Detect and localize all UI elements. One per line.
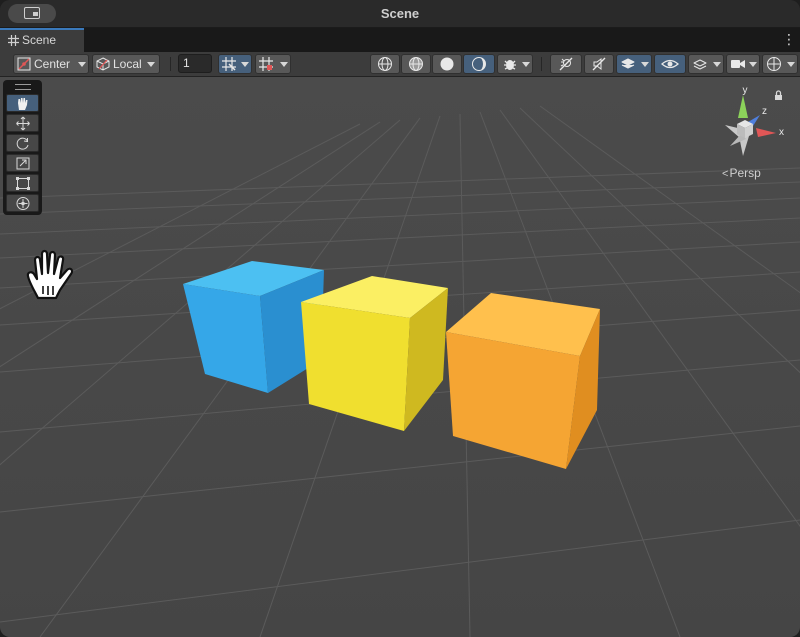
- grid-snap-icon: [222, 57, 236, 71]
- toolbar-divider: [541, 57, 542, 71]
- scene-window: Scene Scene ⋮ Center Local 1 y z x <Pers…: [0, 0, 800, 637]
- gizmos-dropdown[interactable]: [762, 54, 798, 74]
- axis-x-label: x: [779, 127, 784, 138]
- scale-tool-button[interactable]: [6, 154, 39, 172]
- increment-snap-icon: [259, 57, 273, 71]
- chevron-down-icon: [641, 62, 649, 67]
- wireframe-mode-button[interactable]: [370, 54, 400, 74]
- unlit-mode-button[interactable]: [463, 54, 495, 74]
- grid-size-field[interactable]: 1: [178, 54, 212, 73]
- chevron-down-icon: [78, 62, 86, 67]
- bug-icon: [504, 60, 516, 70]
- lighting-off-icon: [559, 57, 573, 71]
- effects-dropdown[interactable]: [616, 54, 652, 74]
- increment-snap-button[interactable]: [255, 54, 291, 74]
- lighting-toggle[interactable]: [550, 54, 582, 74]
- chevron-down-icon: [749, 62, 757, 67]
- axis-y-cone[interactable]: [738, 95, 748, 118]
- chevron-down-icon: [713, 62, 721, 67]
- grid-icon: [8, 35, 19, 46]
- transform-tool-button[interactable]: [6, 194, 39, 212]
- more-options-icon[interactable]: ⋮: [782, 32, 796, 46]
- rotate-tool-button[interactable]: [6, 134, 39, 152]
- scene-viewport[interactable]: [0, 77, 800, 637]
- gizmo-sphere-icon: [767, 57, 781, 71]
- audio-off-icon: [592, 57, 606, 71]
- layers-dropdown[interactable]: [688, 54, 724, 74]
- axis-y-label: y: [743, 85, 748, 96]
- tab-strip: Scene ⋮: [0, 28, 800, 52]
- chevron-down-icon: [280, 62, 288, 67]
- cube-icon: [96, 57, 110, 71]
- pivot-rotation-label: Local: [113, 57, 142, 71]
- move-tool-button[interactable]: [6, 114, 39, 132]
- chevron-down-icon: [522, 62, 530, 67]
- debug-draw-mode-dropdown[interactable]: [497, 54, 533, 74]
- camera-icon: [731, 60, 745, 68]
- view-tool-button[interactable]: [6, 94, 39, 112]
- drag-handle[interactable]: [15, 84, 31, 90]
- pivot-position-label: Center: [34, 57, 71, 71]
- window-title: Scene: [380, 6, 420, 21]
- lock-icon[interactable]: [775, 90, 782, 100]
- scale-icon: [16, 157, 30, 170]
- eye-icon: [661, 59, 679, 69]
- rect-transform-icon: [16, 177, 30, 190]
- toolbar-divider: [170, 57, 171, 71]
- chevron-down-icon: [241, 62, 249, 67]
- hand-cursor-icon: [26, 249, 74, 300]
- chevron-down-icon: [147, 62, 155, 67]
- transform-icon: [16, 197, 30, 210]
- wireframe-sphere-icon: [378, 57, 392, 71]
- shaded-mode-button[interactable]: [432, 54, 462, 74]
- pivot-center-icon: [17, 57, 31, 71]
- title-bar: Scene: [0, 0, 800, 28]
- projection-toggle[interactable]: <Persp: [722, 166, 761, 180]
- tool-palette: [3, 80, 42, 215]
- layers-effects-icon: [621, 58, 635, 69]
- projection-label: Persp: [729, 166, 761, 180]
- orientation-gizmo[interactable]: y z x: [718, 82, 796, 164]
- rotate-icon: [16, 137, 29, 150]
- chevron-down-icon: [787, 62, 795, 67]
- audio-toggle[interactable]: [584, 54, 614, 74]
- tab-scene-label: Scene: [22, 33, 57, 47]
- rect-tool-button[interactable]: [6, 174, 39, 192]
- shaded-sphere-icon: [440, 57, 454, 71]
- axis-x-cone[interactable]: [756, 128, 776, 137]
- hand-icon: [18, 98, 28, 110]
- camera-dropdown[interactable]: [726, 54, 760, 74]
- tab-scene[interactable]: Scene: [0, 28, 84, 52]
- visibility-toggle[interactable]: [654, 54, 686, 74]
- layers-icon: [693, 59, 707, 70]
- axis-z-label: z: [762, 106, 767, 117]
- perspective-icon: <: [722, 168, 729, 180]
- move-arrows-icon: [16, 116, 30, 131]
- grid-snap-button[interactable]: [218, 54, 252, 74]
- shaded-wireframe-mode-button[interactable]: [401, 54, 431, 74]
- moon-icon: [472, 57, 486, 71]
- pivot-rotation-dropdown[interactable]: Local: [92, 54, 160, 74]
- shaded-wireframe-sphere-icon: [409, 57, 423, 71]
- pivot-position-dropdown[interactable]: Center: [13, 54, 89, 74]
